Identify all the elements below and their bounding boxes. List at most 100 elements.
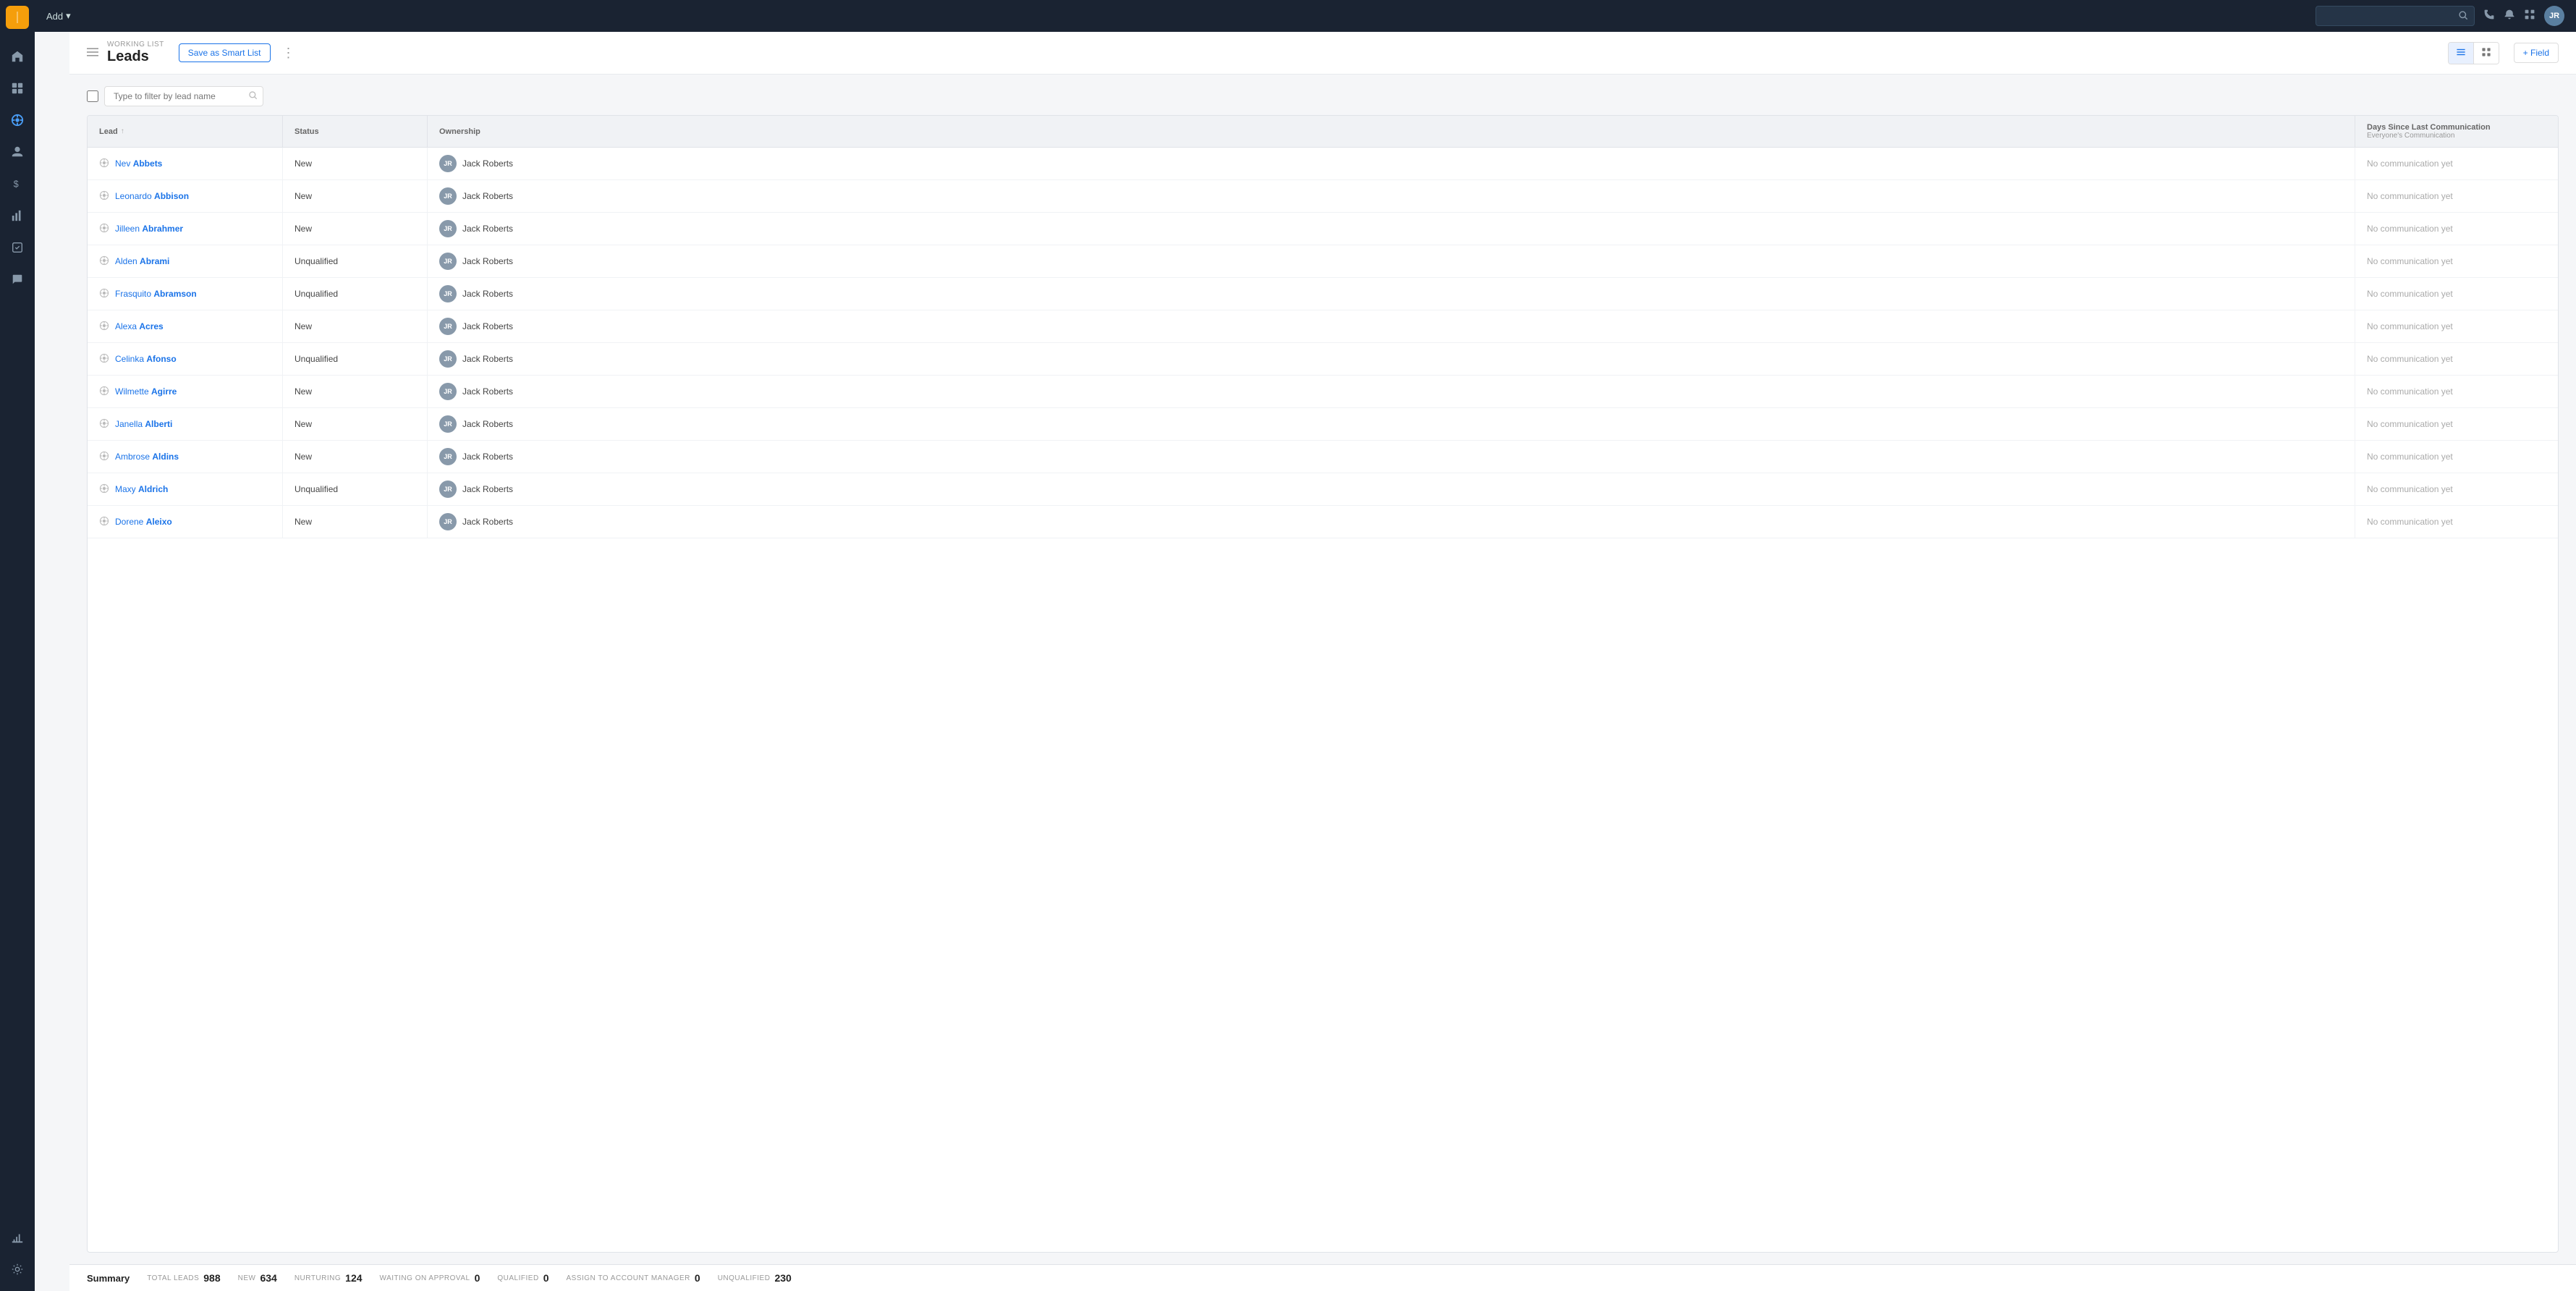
lead-first-name: Wilmette bbox=[115, 386, 151, 397]
summary-total-leads-val: 988 bbox=[203, 1272, 220, 1284]
sidebar-item-money[interactable]: $ bbox=[3, 169, 32, 198]
select-all-checkbox[interactable] bbox=[87, 90, 98, 102]
cell-comm: No communication yet bbox=[2355, 506, 2558, 538]
cell-ownership: JR Jack Roberts bbox=[428, 180, 2355, 212]
cell-comm: No communication yet bbox=[2355, 343, 2558, 375]
lead-first-name: Dorene bbox=[115, 517, 146, 527]
owner-avatar: JR bbox=[439, 318, 457, 335]
owner-avatar: JR bbox=[439, 187, 457, 205]
lead-first-name: Maxy bbox=[115, 484, 138, 494]
sort-icon[interactable]: ↑ bbox=[121, 127, 124, 135]
col-lead: Lead ↑ bbox=[88, 116, 283, 147]
lead-name-link[interactable]: Dorene Aleixo bbox=[115, 517, 172, 527]
lead-name-link[interactable]: Leonardo Abbison bbox=[115, 191, 189, 201]
search-icon bbox=[2458, 10, 2468, 22]
lead-name-link[interactable]: Janella Alberti bbox=[115, 419, 172, 429]
list-view-button[interactable] bbox=[2449, 43, 2474, 64]
summary-title: Summary bbox=[87, 1273, 130, 1284]
sidebar-item-dashboard[interactable] bbox=[3, 74, 32, 103]
sidebar-item-analytics[interactable] bbox=[3, 201, 32, 230]
owner-name: Jack Roberts bbox=[462, 224, 513, 234]
cell-lead: Janella Alberti bbox=[88, 408, 283, 440]
summary-nurturing-key: NURTURING bbox=[295, 1274, 341, 1282]
lead-status-icon bbox=[99, 418, 109, 431]
main-content: WORKING LIST Leads Save as Smart List ⋮ … bbox=[69, 32, 2576, 1291]
cell-status: Unqualified bbox=[283, 245, 428, 277]
app-logo[interactable] bbox=[6, 6, 29, 29]
filter-input[interactable] bbox=[104, 86, 263, 106]
cell-comm: No communication yet bbox=[2355, 473, 2558, 505]
summary-new-val: 634 bbox=[260, 1272, 276, 1284]
lead-first-name: Leonardo bbox=[115, 191, 154, 201]
lead-status-icon bbox=[99, 516, 109, 528]
lead-name-link[interactable]: Frasquito Abramson bbox=[115, 289, 197, 299]
cell-ownership: JR Jack Roberts bbox=[428, 343, 2355, 375]
global-search-input[interactable] bbox=[2322, 11, 2458, 21]
lead-name-link[interactable]: Alexa Acres bbox=[115, 321, 164, 331]
last-comm: No communication yet bbox=[2367, 256, 2453, 266]
bell-icon[interactable] bbox=[2504, 9, 2515, 24]
cell-ownership: JR Jack Roberts bbox=[428, 376, 2355, 407]
menu-toggle[interactable] bbox=[87, 46, 98, 60]
sidebar-item-messages[interactable] bbox=[3, 265, 32, 294]
sidebar-item-reports[interactable] bbox=[3, 1223, 32, 1252]
cell-status: Unqualified bbox=[283, 343, 428, 375]
last-comm: No communication yet bbox=[2367, 386, 2453, 397]
summary-new-key: NEW bbox=[238, 1274, 256, 1282]
owner-name: Jack Roberts bbox=[462, 419, 513, 429]
lead-name-link[interactable]: Wilmette Agirre bbox=[115, 386, 177, 397]
add-field-button[interactable]: + Field bbox=[2514, 43, 2559, 63]
last-comm: No communication yet bbox=[2367, 191, 2453, 201]
lead-status: Unqualified bbox=[295, 256, 338, 266]
cell-lead: Alexa Acres bbox=[88, 310, 283, 342]
lead-status: New bbox=[295, 158, 312, 169]
table-row: Nev Abbets New JR Jack Roberts No commun… bbox=[88, 148, 2558, 180]
lead-name-link[interactable]: Jilleen Abrahmer bbox=[115, 224, 183, 234]
grid-icon[interactable] bbox=[2524, 9, 2535, 24]
phone-icon[interactable] bbox=[2483, 9, 2495, 24]
lead-name-link[interactable]: Alden Abrami bbox=[115, 256, 169, 266]
sidebar-item-leads[interactable] bbox=[3, 106, 32, 135]
more-options-button[interactable]: ⋮ bbox=[279, 43, 298, 64]
cell-ownership: JR Jack Roberts bbox=[428, 441, 2355, 473]
sidebar-item-people[interactable] bbox=[3, 137, 32, 166]
lead-last-name: Abbets bbox=[133, 158, 163, 169]
lead-name-link[interactable]: Maxy Aldrich bbox=[115, 484, 168, 494]
lead-name-link[interactable]: Ambrose Aldins bbox=[115, 452, 179, 462]
owner-avatar: JR bbox=[439, 448, 457, 465]
owner-name: Jack Roberts bbox=[462, 289, 513, 299]
sidebar-item-tasks[interactable] bbox=[3, 233, 32, 262]
lead-status-icon bbox=[99, 321, 109, 333]
table-row: Dorene Aleixo New JR Jack Roberts No com… bbox=[88, 506, 2558, 538]
summary-nurturing: NURTURING 124 bbox=[295, 1272, 363, 1284]
add-button[interactable]: Add ▾ bbox=[46, 10, 71, 22]
cell-status: New bbox=[283, 180, 428, 212]
summary-assign-val: 0 bbox=[695, 1272, 700, 1284]
user-avatar[interactable]: JR bbox=[2544, 6, 2564, 26]
lead-name-link[interactable]: Celinka Afonso bbox=[115, 354, 177, 364]
table-row: Jilleen Abrahmer New JR Jack Roberts No … bbox=[88, 213, 2558, 245]
grid-view-button[interactable] bbox=[2474, 43, 2499, 64]
summary-unqualified: UNQUALIFIED 230 bbox=[718, 1272, 792, 1284]
lead-first-name: Nev bbox=[115, 158, 133, 169]
lead-status: Unqualified bbox=[295, 484, 338, 494]
global-search[interactable] bbox=[2316, 6, 2475, 26]
lead-status-icon bbox=[99, 483, 109, 496]
topbar-icons: JR bbox=[2483, 6, 2564, 26]
sidebar-item-home[interactable] bbox=[3, 42, 32, 71]
lead-last-name: Abramson bbox=[153, 289, 196, 299]
owner-name: Jack Roberts bbox=[462, 452, 513, 462]
cell-lead: Wilmette Agirre bbox=[88, 376, 283, 407]
owner-avatar: JR bbox=[439, 513, 457, 530]
lead-status: New bbox=[295, 386, 312, 397]
owner-avatar: JR bbox=[439, 481, 457, 498]
save-smart-list-button[interactable]: Save as Smart List bbox=[179, 43, 271, 62]
cell-ownership: JR Jack Roberts bbox=[428, 278, 2355, 310]
lead-name-link[interactable]: Nev Abbets bbox=[115, 158, 162, 169]
lead-status: New bbox=[295, 419, 312, 429]
lead-first-name: Celinka bbox=[115, 354, 146, 364]
owner-name: Jack Roberts bbox=[462, 484, 513, 494]
col-status-label: Status bbox=[295, 127, 319, 136]
sidebar-item-settings[interactable] bbox=[3, 1255, 32, 1284]
last-comm: No communication yet bbox=[2367, 419, 2453, 429]
